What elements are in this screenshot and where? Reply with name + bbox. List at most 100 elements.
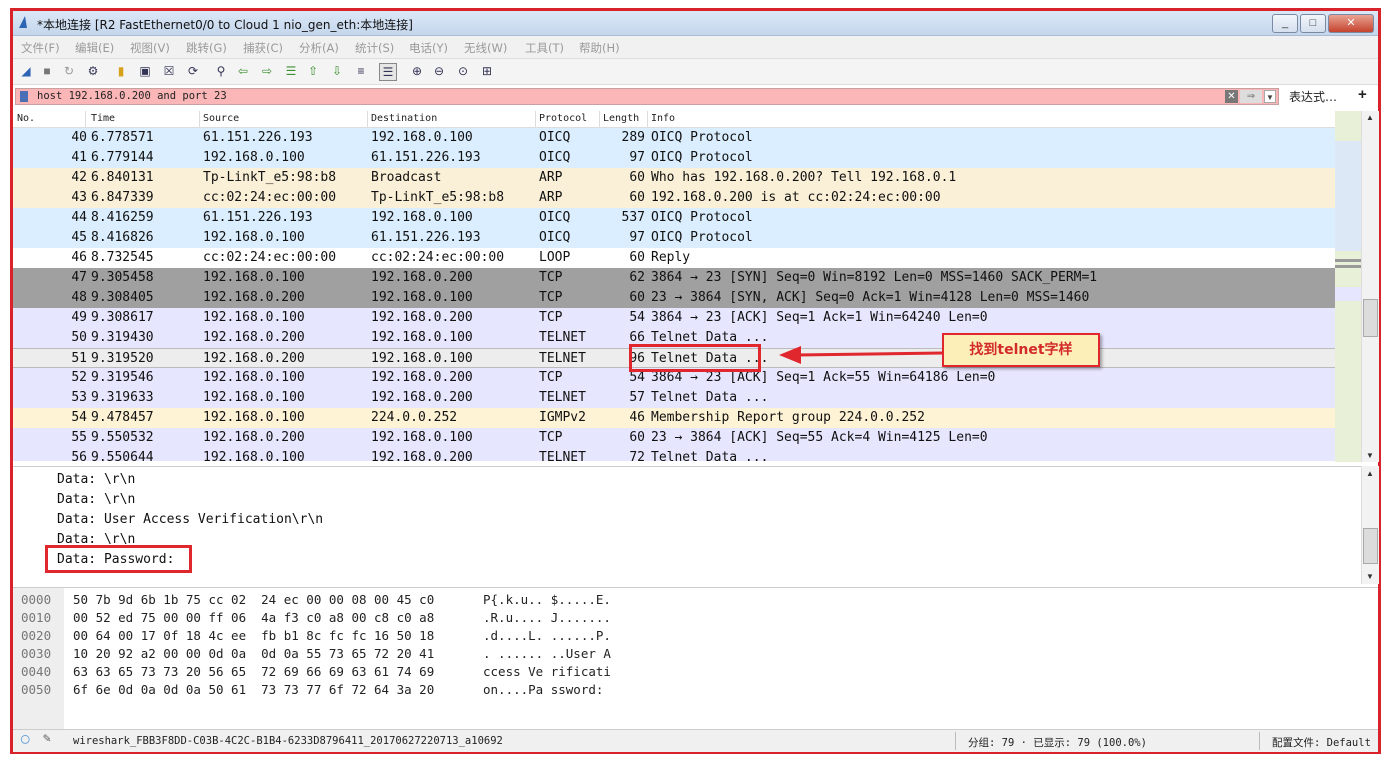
menu-wireless[interactable]: 无线(W)	[464, 40, 507, 56]
colorize-icon[interactable]: ☰	[379, 63, 397, 81]
bytes-hex[interactable]: 6f 6e 0d 0a 0d 0a 50 61 73 73 77 6f 72 6…	[73, 682, 434, 697]
bookmark-icon[interactable]	[20, 91, 28, 102]
apply-filter-icon[interactable]: ⇒	[1240, 90, 1262, 103]
packet-row[interactable]: 48 9.308405 192.168.0.200 192.168.0.100 TCP 6…	[13, 288, 1335, 308]
save-icon[interactable]: ▣	[137, 63, 153, 79]
reload-icon[interactable]: ⟳	[185, 63, 201, 79]
clear-filter-icon[interactable]: ✕	[1225, 90, 1238, 103]
packet-cell-src: 192.168.0.200	[203, 351, 305, 366]
last-icon[interactable]: ⇩	[329, 63, 345, 79]
packet-row[interactable]: 55 9.550532 192.168.0.200 192.168.0.100 TCP 6…	[13, 428, 1335, 448]
menu-telephony[interactable]: 电话(Y)	[409, 40, 448, 56]
shark-fin-start-icon[interactable]: ◢	[18, 63, 34, 79]
packet-row[interactable]: 56 9.550644 192.168.0.100 192.168.0.200 TELN…	[13, 448, 1335, 461]
column-no[interactable]: No.	[17, 113, 35, 124]
forward-icon[interactable]: ⇨	[259, 63, 275, 79]
packet-cell-len: 60	[629, 250, 645, 265]
bytes-hex[interactable]: 10 20 92 a2 00 00 0d 0a 0d 0a 55 73 65 7…	[73, 646, 434, 661]
packet-cell-dst: 192.168.0.200	[371, 370, 473, 385]
bytes-hex[interactable]: 00 52 ed 75 00 00 ff 06 4a f3 c0 a8 00 c…	[73, 610, 434, 625]
detail-line[interactable]: Data: User Access Verification\r\n	[57, 512, 323, 527]
bytes-hex[interactable]: 63 63 65 73 73 20 56 65 72 69 66 69 63 6…	[73, 664, 434, 679]
filter-text[interactable]: host 192.168.0.200 and port 23	[37, 90, 227, 102]
packet-row[interactable]: 54 9.478457 192.168.0.100 224.0.0.252 IGMPv2…	[13, 408, 1335, 428]
expert-info-icon[interactable]: ◯	[21, 731, 29, 747]
menu-statistics[interactable]: 统计(S)	[355, 40, 394, 56]
bytes-ascii[interactable]: on....Pa ssword:	[483, 682, 603, 697]
edit-comment-icon[interactable]: ✎	[43, 731, 51, 746]
resize-columns-icon[interactable]: ⊞	[479, 63, 495, 79]
bytes-ascii[interactable]: .R.u.... J.......	[483, 610, 611, 625]
zoom-reset-icon[interactable]: ⊙	[455, 63, 471, 79]
zoom-out-icon[interactable]: ⊖	[431, 63, 447, 79]
bytes-off[interactable]: 0040	[21, 664, 51, 679]
packet-cell-info: Telnet Data ...	[651, 390, 769, 405]
close-button[interactable]: ✕	[1328, 14, 1374, 33]
packet-row[interactable]: 40 6.778571 61.151.226.193 192.168.0.100 OIC…	[13, 128, 1335, 148]
column-source[interactable]: Source	[203, 113, 239, 124]
zoom-in-icon[interactable]: ⊕	[409, 63, 425, 79]
column-destination[interactable]: Destination	[371, 113, 437, 124]
menu-file[interactable]: 文件(F)	[21, 40, 60, 56]
menu-go[interactable]: 跳转(G)	[186, 40, 227, 56]
packet-cell-len: 54	[629, 310, 645, 325]
packet-cell-time: 8.416826	[91, 230, 154, 245]
bytes-off[interactable]: 0010	[21, 610, 51, 625]
options-icon[interactable]: ⚙	[85, 63, 101, 79]
first-icon[interactable]: ⇧	[305, 63, 321, 79]
packet-row[interactable]: 53 9.319633 192.168.0.100 192.168.0.200 TELN…	[13, 388, 1335, 408]
packet-row[interactable]: 43 6.847339 cc:02:24:ec:00:00 Tp-LinkT_e5:9…	[13, 188, 1335, 208]
bytes-off[interactable]: 0000	[21, 592, 51, 607]
stop-icon[interactable]: ■	[39, 63, 55, 79]
bytes-ascii[interactable]: P{.k.u.. $.....E.	[483, 592, 611, 607]
bytes-hex[interactable]: 00 64 00 17 0f 18 4c ee fb b1 8c fc fc 1…	[73, 628, 434, 643]
details-scrollbar[interactable]: ▲ ▼	[1361, 466, 1379, 584]
menu-help[interactable]: 帮助(H)	[579, 40, 620, 56]
menu-analyze[interactable]: 分析(A)	[299, 40, 339, 56]
bytes-ascii[interactable]: ccess Ve rificati	[483, 664, 611, 679]
menu-view[interactable]: 视图(V)	[130, 40, 170, 56]
packet-list-scrollbar[interactable]: ▲ ▼	[1361, 111, 1379, 462]
packet-row[interactable]: 46 8.732545 cc:02:24:ec:00:00 cc:02:24:ec:0…	[13, 248, 1335, 268]
packet-row[interactable]: 49 9.308617 192.168.0.100 192.168.0.200 TCP 5…	[13, 308, 1335, 328]
packet-cell-proto: TELNET	[539, 390, 586, 405]
autoscroll-icon[interactable]: ≡	[353, 63, 369, 79]
packet-minimap[interactable]	[1335, 111, 1361, 462]
packet-row[interactable]: 42 6.840131 Tp-LinkT_e5:98:b8 Broadcast ARP 6…	[13, 168, 1335, 188]
packet-row[interactable]: 45 8.416826 192.168.0.100 61.151.226.193 OIC…	[13, 228, 1335, 248]
menu-edit[interactable]: 编辑(E)	[75, 40, 114, 56]
back-icon[interactable]: ⇦	[235, 63, 251, 79]
close-file-icon[interactable]: ☒	[161, 63, 177, 79]
expression-button[interactable]: 表达式…	[1289, 88, 1337, 105]
filter-history-dropdown-icon[interactable]: ▼	[1264, 90, 1276, 103]
open-icon[interactable]: ▮	[113, 63, 129, 79]
bytes-hex[interactable]: 50 7b 9d 6b 1b 75 cc 02 24 ec 00 00 08 0…	[73, 592, 434, 607]
packet-row[interactable]: 41 6.779144 192.168.0.100 61.151.226.193 OIC…	[13, 148, 1335, 168]
menu-capture[interactable]: 捕获(C)	[243, 40, 283, 56]
packet-list-header: No. Time Source Destination Protocol Len…	[13, 111, 1335, 128]
add-filter-button[interactable]: +	[1358, 86, 1367, 103]
packet-row[interactable]: 44 8.416259 61.151.226.193 192.168.0.100 OIC…	[13, 208, 1335, 228]
maximize-button[interactable]: □	[1300, 14, 1326, 33]
detail-line[interactable]: Data: \r\n	[57, 492, 135, 507]
packet-cell-proto: TELNET	[539, 351, 586, 366]
bytes-ascii[interactable]: . ...... ..User A	[483, 646, 611, 661]
find-icon[interactable]: ⚲	[213, 63, 229, 79]
display-filter-input[interactable]: host 192.168.0.200 and port 23 ✕ ⇒ ▼	[15, 88, 1279, 105]
column-time[interactable]: Time	[91, 113, 115, 124]
bytes-off[interactable]: 0020	[21, 628, 51, 643]
detail-line[interactable]: Data: \r\n	[57, 472, 135, 487]
restart-icon[interactable]: ↻	[61, 63, 77, 79]
bytes-off[interactable]: 0030	[21, 646, 51, 661]
minimize-button[interactable]: _	[1272, 14, 1298, 33]
bytes-ascii[interactable]: .d....L. ......P.	[483, 628, 611, 643]
packet-cell-info: Telnet Data ...	[651, 330, 769, 345]
goto-icon[interactable]: ☰	[283, 63, 299, 79]
column-protocol[interactable]: Protocol	[539, 113, 587, 124]
column-info[interactable]: Info	[651, 113, 675, 124]
profile-label[interactable]: 配置文件: Default	[1272, 735, 1371, 750]
menu-tools[interactable]: 工具(T)	[525, 40, 564, 56]
bytes-off[interactable]: 0050	[21, 682, 51, 697]
packet-row[interactable]: 47 9.305458 192.168.0.100 192.168.0.200 TCP 6…	[13, 268, 1335, 288]
column-length[interactable]: Length	[603, 113, 639, 124]
